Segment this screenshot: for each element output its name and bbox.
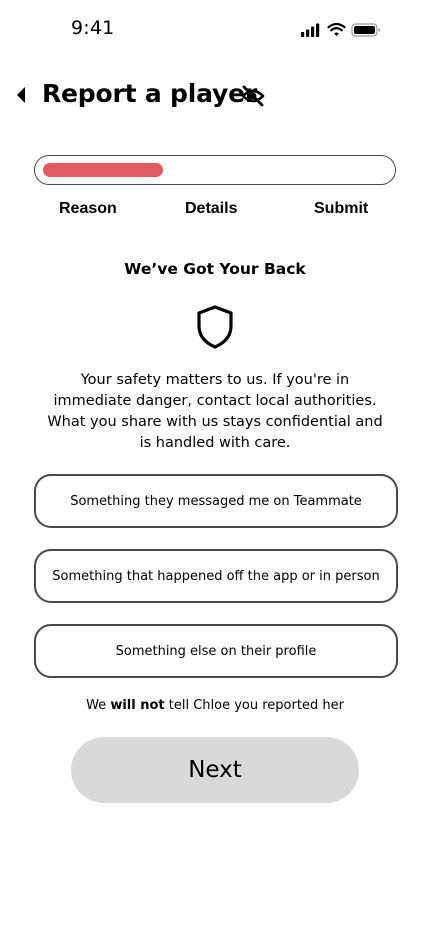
next-button[interactable]: Next bbox=[71, 737, 359, 803]
option-else-on-profile[interactable]: Something else on their profile bbox=[34, 624, 398, 678]
step-submit-label: Submit bbox=[314, 200, 369, 217]
status-time: 9:41 bbox=[71, 17, 115, 39]
status-icons bbox=[301, 22, 381, 37]
option-label: Something they messaged me on Teammate bbox=[70, 493, 362, 509]
page-title: Report a player bbox=[42, 79, 257, 108]
option-label: Something that happened off the app or i… bbox=[52, 568, 380, 584]
safety-message: Your safety matters to us. If you're in … bbox=[47, 372, 383, 451]
option-off-app-in-person[interactable]: Something that happened off the app or i… bbox=[34, 549, 398, 603]
step-reason-label: Reason bbox=[59, 200, 117, 217]
option-messaged-on-teammate[interactable]: Something they messaged me on Teammate bbox=[34, 474, 398, 528]
eye-slash-icon[interactable] bbox=[241, 85, 265, 107]
privacy-note-emphasis: will not bbox=[110, 698, 165, 713]
back-button[interactable] bbox=[12, 84, 30, 106]
option-label: Something else on their profile bbox=[115, 643, 317, 659]
step-details-label: Details bbox=[185, 200, 238, 217]
privacy-note-prefix: We bbox=[86, 698, 111, 713]
shield-icon bbox=[197, 305, 233, 349]
progress-bar bbox=[34, 155, 396, 185]
section-title: We’ve Got Your Back bbox=[124, 260, 306, 278]
back-arrow-icon bbox=[17, 87, 25, 103]
cellular-signal-icon bbox=[301, 23, 320, 37]
privacy-note-suffix: tell Chloe you reported her bbox=[164, 698, 344, 713]
battery-icon bbox=[351, 23, 381, 37]
wifi-icon bbox=[327, 22, 346, 37]
progress-fill bbox=[43, 163, 163, 177]
privacy-note: We will not tell Chloe you reported her bbox=[0, 698, 430, 713]
